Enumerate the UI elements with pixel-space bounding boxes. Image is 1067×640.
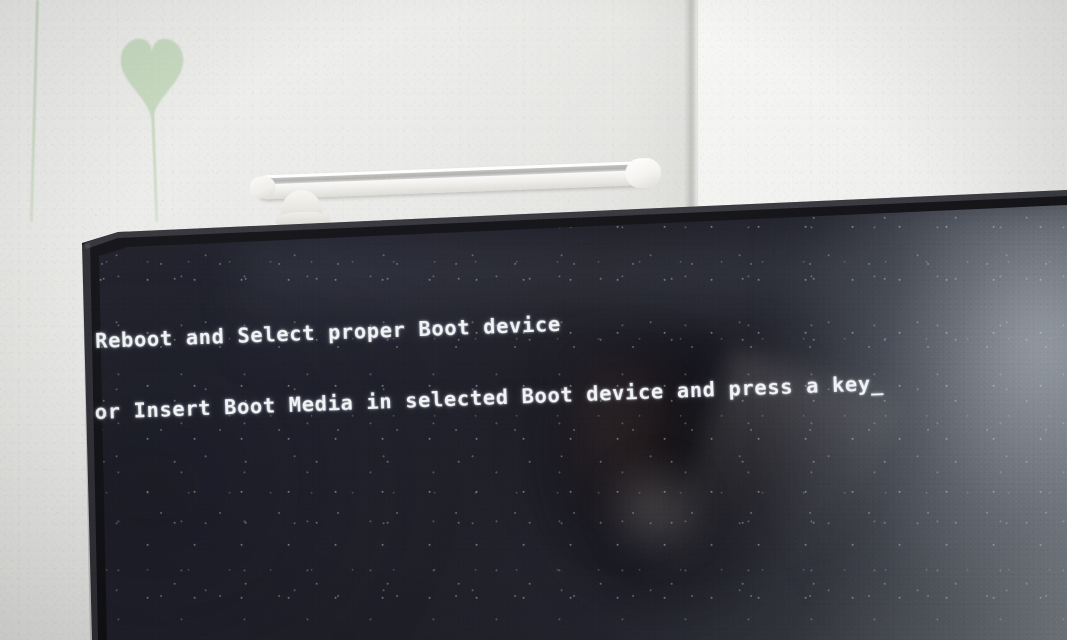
light-bar-mount-foot [274, 210, 332, 228]
photo-scene: Reboot and Select proper Boot device or … [0, 0, 1067, 640]
light-bar-left-cap [249, 175, 277, 199]
light-bar-right-cap [624, 157, 662, 189]
heart-decal-icon [118, 37, 186, 121]
